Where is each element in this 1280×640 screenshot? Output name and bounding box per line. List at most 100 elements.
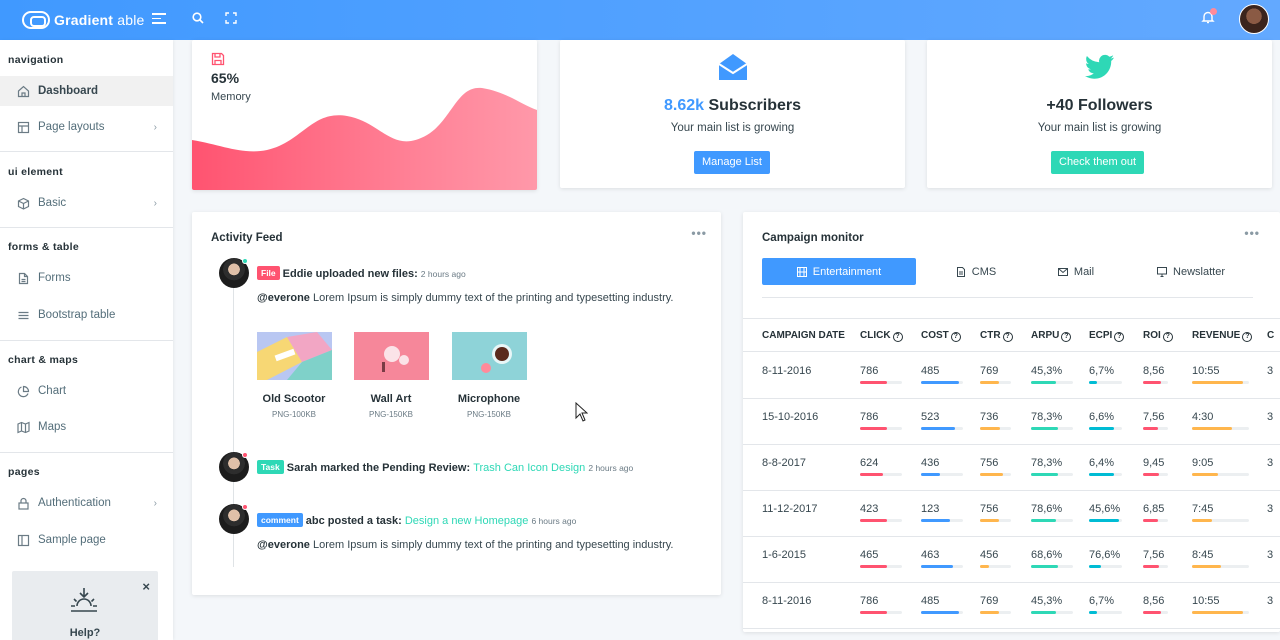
more-menu-icon[interactable]: ••• xyxy=(1244,226,1260,240)
column-header[interactable]: CLICK? xyxy=(860,330,903,342)
file-meta: PNG-100KB xyxy=(271,410,317,419)
thumbnail-microphone[interactable] xyxy=(452,332,527,380)
campaign-tabs: Entertainment CMS Mail Newslatter xyxy=(762,258,1253,298)
progress-fill xyxy=(1143,427,1158,430)
cell-cost: 485 xyxy=(921,365,940,377)
user-avatar[interactable] xyxy=(1239,4,1269,34)
sidebar-item-dashboard[interactable]: Dashboard xyxy=(0,76,173,106)
tab-newslatter[interactable]: Newslatter xyxy=(1136,258,1246,285)
progress-bar xyxy=(860,473,902,476)
column-header[interactable]: CAMPAIGN DATE xyxy=(762,330,845,341)
cell-cost: 523 xyxy=(921,411,940,423)
help-circle-icon: ? xyxy=(1002,332,1013,342)
table-row[interactable]: 1-6-2015 465 463 456 68,6% 76,6% 7,56 8:45 3 xyxy=(743,537,1280,583)
manage-list-button[interactable]: Manage List xyxy=(694,151,770,174)
column-header[interactable]: CTR? xyxy=(980,330,1013,342)
progress-fill xyxy=(1192,565,1221,568)
table-row[interactable]: 8-8-2017 624 436 756 78,3% 6,4% 9,45 9:05 3 xyxy=(743,445,1280,491)
fullscreen-icon[interactable] xyxy=(225,11,237,27)
cell-more: 3 xyxy=(1267,365,1274,377)
progress-bar xyxy=(1031,473,1073,476)
thumbnail-old-scootor[interactable] xyxy=(257,332,332,380)
thumbnail-wall-art[interactable] xyxy=(354,332,429,380)
column-header[interactable]: COST? xyxy=(921,330,961,342)
progress-bar xyxy=(1031,519,1073,522)
cell-ecpi: 6,6% xyxy=(1089,411,1115,423)
more-menu-icon[interactable]: ••• xyxy=(691,226,707,240)
cell-date: 1-6-2015 xyxy=(762,549,807,561)
brand-logo[interactable]: Gradient able xyxy=(22,11,145,29)
table-row[interactable]: 11-12-2017 423 123 756 78,6% 45,6% 6,85 7:45 3 xyxy=(743,491,1280,537)
comment-badge: comment xyxy=(257,513,303,527)
notification-bell-icon[interactable] xyxy=(1201,8,1217,24)
cell-ecpi: 45,6% xyxy=(1089,503,1121,515)
cell-revenue: 7:45 xyxy=(1192,503,1214,515)
column-header[interactable]: ECPI? xyxy=(1089,330,1125,342)
table-row[interactable]: 8-11-2016 786 485 769 45,3% 6,7% 8,56 10:55 3 xyxy=(743,583,1280,629)
check-them-out-button[interactable]: Check them out xyxy=(1051,151,1145,174)
menu-toggle-icon[interactable] xyxy=(152,10,166,27)
sidebar-item-authentication[interactable]: Authentication › xyxy=(0,488,173,518)
tab-cms[interactable]: CMS xyxy=(936,258,1016,285)
time-ago: 2 hours ago xyxy=(420,269,466,279)
cell-date: 8-11-2016 xyxy=(762,365,812,377)
cell-click: 465 xyxy=(860,549,879,561)
file-name: Microphone xyxy=(457,393,521,405)
progress-fill xyxy=(860,381,888,384)
help-card: × Help? xyxy=(12,571,158,640)
search-icon[interactable] xyxy=(192,11,204,27)
tab-mail[interactable]: Mail xyxy=(1036,258,1116,285)
help-circle-icon: ? xyxy=(1114,332,1125,342)
sidebar-item-chart[interactable]: Chart xyxy=(0,376,173,406)
nav-group-ui-element: ui element xyxy=(8,166,63,178)
progress-bar xyxy=(921,381,963,384)
column-header[interactable]: C xyxy=(1267,330,1274,341)
cell-revenue: 4:30 xyxy=(1192,411,1214,423)
sidebar-item-page-layouts[interactable]: Page layouts › xyxy=(0,112,173,142)
sidebar-item-label: Maps xyxy=(38,421,67,433)
progress-bar xyxy=(921,427,963,430)
progress-fill xyxy=(860,519,888,522)
progress-fill xyxy=(980,519,999,522)
sidebar-item-forms[interactable]: Forms xyxy=(0,263,173,293)
monitor-icon xyxy=(1157,266,1168,277)
cell-more: 3 xyxy=(1267,549,1274,561)
sidebar-item-sample-page[interactable]: Sample page xyxy=(0,525,173,555)
pie-chart-icon xyxy=(17,385,30,398)
subscribers-subtitle: Your main list is growing xyxy=(670,122,795,134)
table-row[interactable]: 8-11-2016 786 485 769 45,3% 6,7% 8,56 10:55 3 xyxy=(743,353,1280,399)
help-circle-icon: ? xyxy=(1162,332,1173,342)
sidebar-item-bootstrap-table[interactable]: Bootstrap table xyxy=(0,300,173,330)
help-circle-icon: ? xyxy=(1061,332,1072,342)
column-header[interactable]: REVENUE? xyxy=(1192,330,1253,342)
cell-click: 786 xyxy=(860,365,879,377)
feed-item-body: @everone Lorem Ipsum is simply dummy tex… xyxy=(257,292,674,304)
column-header[interactable]: ARPU? xyxy=(1031,330,1072,342)
progress-bar xyxy=(1143,565,1168,568)
close-icon[interactable]: × xyxy=(142,579,150,594)
progress-bar xyxy=(1031,381,1073,384)
column-header[interactable]: ROI? xyxy=(1143,330,1173,342)
status-dot xyxy=(242,258,248,264)
sidebar-item-basic[interactable]: Basic › xyxy=(0,188,173,218)
sidebar-item-maps[interactable]: Maps xyxy=(0,412,173,442)
task-link[interactable]: Trash Can Icon Design xyxy=(473,462,585,474)
progress-bar xyxy=(1192,427,1249,430)
file-meta: PNG-150KB xyxy=(368,410,414,419)
progress-fill xyxy=(1192,519,1212,522)
time-ago: 2 hours ago xyxy=(588,463,634,473)
cell-date: 8-11-2016 xyxy=(762,595,812,607)
progress-bar xyxy=(980,427,1011,430)
progress-bar xyxy=(860,565,902,568)
cell-revenue: 10:55 xyxy=(1192,365,1220,377)
progress-bar xyxy=(921,611,963,614)
chevron-right-icon: › xyxy=(153,197,157,209)
progress-bar xyxy=(1143,611,1168,614)
progress-bar xyxy=(1143,427,1168,430)
tab-entertainment[interactable]: Entertainment xyxy=(762,258,916,285)
table-row[interactable]: 15-10-2016 786 523 736 78,3% 6,6% 7,56 4:30 3 xyxy=(743,399,1280,445)
save-icon xyxy=(211,52,225,66)
task-link[interactable]: Design a new Homepage xyxy=(405,515,529,527)
subscribers-title: 8.62k Subscribers xyxy=(664,97,801,114)
progress-fill xyxy=(1089,519,1119,522)
